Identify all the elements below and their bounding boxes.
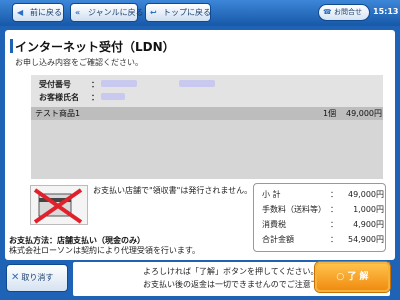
fee-row: 手数料（送料等） ： 1,000円 bbox=[262, 204, 384, 214]
double-arrow-icon: « bbox=[75, 8, 81, 17]
receipt-number-label: 受付番号 bbox=[39, 80, 71, 89]
cancel-label: 取り消す bbox=[21, 273, 54, 282]
ok-label: 了 解 bbox=[347, 272, 369, 282]
fee-value: 1,000円 bbox=[353, 205, 384, 214]
top-nav-bar: ◀ 前に戻る « ジャンルに戻る ↩ トップに戻る ☎ お問合せ 15:13 bbox=[0, 0, 400, 26]
summary-box: 小 計 ： 49,000円 手数料（送料等） ： 1,000円 消費税 ： 4,… bbox=[253, 183, 386, 252]
inquiry-label: お問合せ bbox=[333, 8, 362, 16]
page-subtitle: お申し込み内容をご確認ください。 bbox=[15, 58, 143, 67]
top-back-button[interactable]: ↩ トップに戻る bbox=[145, 3, 211, 22]
confirm-line-1: よろしければ「了解」ボタンを押してください。 bbox=[143, 267, 319, 276]
no-credit-card-icon bbox=[30, 185, 88, 225]
back-label: 前に戻る bbox=[30, 8, 62, 17]
customer-name-colon: ： bbox=[91, 93, 99, 102]
total-value: 54,900円 bbox=[348, 235, 384, 244]
title-marker bbox=[10, 39, 13, 53]
subtotal-label: 小 計 bbox=[262, 190, 281, 199]
page-title: インターネット受付（LDN） bbox=[15, 40, 175, 54]
receipt-number-redacted-2 bbox=[179, 80, 215, 87]
item-price: 49,000円 bbox=[346, 109, 382, 118]
payment-note: 株式会社ローソンは契約により代理受領を行います。 bbox=[9, 246, 201, 255]
return-icon: ↩ bbox=[150, 8, 157, 17]
customer-info-box: 受付番号 ： お客様氏名 ： bbox=[31, 75, 383, 107]
receipt-number-colon: ： bbox=[91, 80, 99, 89]
cancel-button[interactable]: ✕ 取り消す bbox=[6, 264, 68, 292]
subtotal-colon: ： bbox=[330, 190, 338, 199]
phone-icon: ☎ bbox=[323, 8, 332, 16]
inquiry-button[interactable]: ☎ お問合せ bbox=[318, 4, 370, 21]
subtotal-value: 49,000円 bbox=[348, 190, 384, 199]
tax-colon: ： bbox=[330, 220, 338, 229]
total-row: 合計金額 ： 54,900円 bbox=[262, 234, 384, 244]
receipt-number-redacted bbox=[101, 80, 137, 87]
fee-colon: ： bbox=[330, 205, 338, 214]
total-label: 合計金額 bbox=[262, 235, 294, 244]
ok-button[interactable]: ○ 了 解 bbox=[315, 262, 390, 292]
fee-label: 手数料（送料等） bbox=[262, 205, 326, 214]
back-arrow-icon: ◀ bbox=[17, 8, 24, 17]
subtotal-row: 小 計 ： 49,000円 bbox=[262, 189, 384, 199]
back-button[interactable]: ◀ 前に戻る bbox=[12, 3, 64, 22]
tax-value: 4,900円 bbox=[353, 220, 384, 229]
tax-label: 消費税 bbox=[262, 220, 286, 229]
main-panel: インターネット受付（LDN） お申し込み内容をご確認ください。 受付番号 ： お… bbox=[5, 30, 395, 260]
clock: 15:13 bbox=[373, 7, 399, 16]
item-row: テスト商品1 1個 49,000円 bbox=[31, 107, 383, 120]
genre-back-label: ジャンルに戻る bbox=[88, 8, 144, 17]
item-list: テスト商品1 1個 49,000円 bbox=[31, 107, 383, 179]
item-name: テスト商品1 bbox=[35, 109, 81, 118]
customer-name-label: お客様氏名 bbox=[39, 93, 79, 102]
tax-row: 消費税 ： 4,900円 bbox=[262, 219, 384, 229]
genre-back-button[interactable]: « ジャンルに戻る bbox=[70, 3, 144, 22]
customer-name-redacted bbox=[101, 93, 125, 100]
confirm-line-2: お支払い後の返金は一切できませんのでご注意下さい。 bbox=[143, 280, 343, 289]
top-back-label: トップに戻る bbox=[163, 8, 211, 17]
receipt-note: お支払い店舗で"領収書"は発行されません。 bbox=[93, 186, 253, 195]
total-colon: ： bbox=[330, 235, 338, 244]
circle-icon: ○ bbox=[336, 272, 345, 282]
close-icon: ✕ bbox=[11, 272, 20, 283]
item-quantity: 1個 bbox=[323, 109, 337, 118]
